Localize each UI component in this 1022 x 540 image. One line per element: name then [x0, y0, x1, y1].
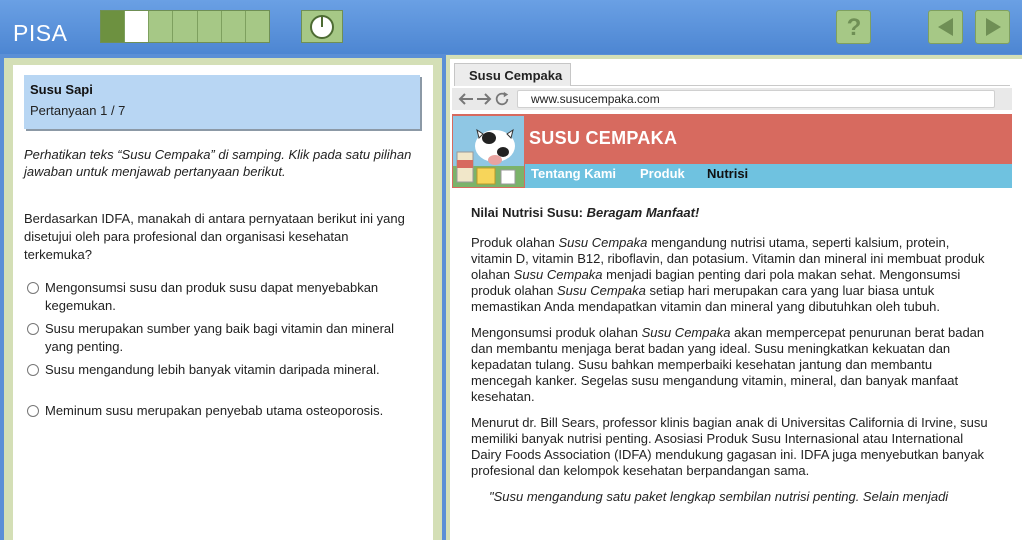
answer-option[interactable]: Mengonsumsi susu dan produk susu dapat m… — [27, 279, 417, 320]
radio-button[interactable] — [27, 405, 39, 417]
progress-segment — [221, 11, 246, 42]
heading-emphasis: Beragam Manfaat! — [586, 205, 700, 220]
refresh-icon[interactable] — [494, 89, 510, 109]
radio-button[interactable] — [27, 282, 39, 294]
progress-segment-current — [125, 11, 150, 42]
nav-link-nutrition[interactable]: Nutrisi — [707, 166, 748, 181]
nav-link-about[interactable]: Tentang Kami — [531, 166, 616, 181]
question-text: Berdasarkan IDFA, manakah di antara pern… — [24, 211, 405, 262]
article-content: Nilai Nutrisi Susu: Beragam Manfaat! Pro… — [471, 205, 991, 515]
nav-link-products[interactable]: Produk — [640, 166, 685, 181]
progress-segment — [245, 11, 269, 42]
browser-back-icon[interactable] — [458, 89, 474, 109]
article-heading: Nilai Nutrisi Susu: Beragam Manfaat! — [471, 205, 991, 221]
question-number: Pertanyaan 1 / 7 — [30, 103, 126, 118]
heading-prefix: Nilai Nutrisi Susu: — [471, 205, 587, 220]
answer-option[interactable]: Susu merupakan sumber yang baik bagi vit… — [27, 320, 417, 361]
progress-segment — [149, 11, 174, 42]
radio-button[interactable] — [27, 364, 39, 376]
progress-segment — [197, 11, 222, 42]
instruction-text: Perhatikan teks “Susu Cempaka” di sampin… — [24, 147, 412, 179]
next-button[interactable] — [975, 10, 1010, 44]
article-paragraph-1: Produk olahan Susu Cempaka mengandung nu… — [471, 235, 985, 314]
browser-tab[interactable]: Susu Cempaka — [454, 63, 571, 86]
radio-button[interactable] — [27, 323, 39, 335]
answer-option-label: Susu mengandung lebih banyak vitamin dar… — [45, 362, 380, 377]
timer-icon — [310, 14, 334, 39]
back-arrow-icon — [937, 18, 953, 36]
app-brand: PISA — [13, 20, 68, 46]
progress-segment — [101, 11, 126, 42]
answer-option[interactable]: Meminum susu merupakan penyebab utama os… — [27, 402, 417, 443]
progress-segment — [173, 11, 198, 42]
next-arrow-icon — [985, 18, 1001, 36]
answer-options: Mengonsumsi susu dan produk susu dapat m… — [27, 279, 417, 443]
progress-bar — [100, 10, 270, 43]
browser-tab-bar: Susu Cempaka — [454, 60, 1010, 86]
site-title: SUSU CEMPAKA — [529, 128, 678, 148]
question-header: Susu Sapi Pertanyaan 1 / 7 — [24, 75, 420, 129]
article-quote: "Susu mengandung satu paket lengkap semb… — [489, 489, 949, 504]
browser-address-bar: www.susucempaka.com — [452, 88, 1012, 110]
answer-option[interactable]: Susu mengandung lebih banyak vitamin dar… — [27, 361, 417, 402]
url-field[interactable]: www.susucempaka.com — [517, 90, 995, 108]
article-paragraph-2: Mengonsumsi produk olahan Susu Cempaka a… — [471, 325, 985, 404]
answer-option-label: Meminum susu merupakan penyebab utama os… — [45, 403, 384, 418]
unit-title: Susu Sapi — [30, 82, 93, 97]
back-button[interactable] — [928, 10, 963, 44]
help-button[interactable]: ? — [836, 10, 871, 44]
answer-option-label: Mengonsumsi susu dan produk susu dapat m… — [45, 280, 379, 313]
browser-forward-icon[interactable] — [476, 89, 492, 109]
answer-option-label: Susu merupakan sumber yang baik bagi vit… — [45, 321, 395, 354]
help-icon: ? — [846, 14, 861, 40]
svg-text:?: ? — [846, 14, 861, 40]
timer-button[interactable] — [301, 10, 343, 43]
article-paragraph-3: Menurut dr. Bill Sears, professor klinis… — [471, 415, 988, 478]
cow-logo-icon — [452, 115, 525, 188]
